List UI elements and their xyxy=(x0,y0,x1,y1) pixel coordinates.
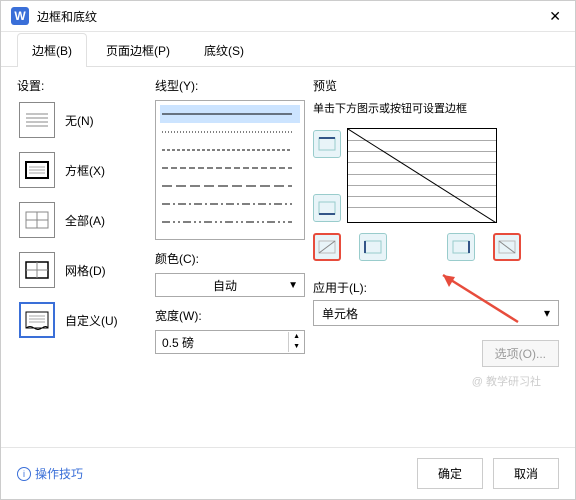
tips-label: 操作技巧 xyxy=(35,465,83,482)
tab-shading[interactable]: 底纹(S) xyxy=(189,33,259,67)
custom-icon xyxy=(19,302,55,338)
borders-shading-dialog: W 边框和底纹 ✕ 边框(B) 页面边框(P) 底纹(S) 设置: 无(N) 方… xyxy=(0,0,576,500)
width-spinner[interactable]: 0.5 磅 ▲ ▼ xyxy=(155,330,305,354)
setting-label: 网格(D) xyxy=(65,262,106,279)
none-icon xyxy=(19,102,55,138)
line-solid[interactable] xyxy=(160,105,300,123)
chevron-down-icon: ▾ xyxy=(544,306,550,320)
line-dashdotdot[interactable] xyxy=(160,213,300,231)
border-top-button[interactable] xyxy=(313,130,341,158)
diagonal-up-button[interactable] xyxy=(493,233,521,261)
line-dotted[interactable] xyxy=(160,123,300,141)
watermark: @ 教学研习社 xyxy=(472,373,541,389)
line-dash-l[interactable] xyxy=(160,177,300,195)
border-left-button[interactable] xyxy=(359,233,387,261)
setting-custom[interactable]: 自定义(U) xyxy=(17,300,147,340)
spinner-buttons: ▲ ▼ xyxy=(288,332,304,352)
line-style-list[interactable] xyxy=(155,100,305,240)
grid-icon xyxy=(19,252,55,288)
width-value: 0.5 磅 xyxy=(156,334,288,351)
style-column: 线型(Y): 颜色(C): 自动 ▼ 宽度(W): 0.5 磅 ▲ xyxy=(155,77,305,437)
line-dashdot[interactable] xyxy=(160,195,300,213)
preview-bottom-buttons xyxy=(313,233,559,261)
tab-page-borders[interactable]: 页面边框(P) xyxy=(91,33,185,67)
tips-link[interactable]: i 操作技巧 xyxy=(17,465,407,482)
color-dropdown[interactable]: 自动 ▼ xyxy=(155,273,305,297)
cancel-button[interactable]: 取消 xyxy=(493,458,559,489)
chevron-down-icon: ▼ xyxy=(288,280,298,291)
line-dash-s[interactable] xyxy=(160,141,300,159)
preview-hint: 单击下方图示或按钮可设置边框 xyxy=(313,100,559,116)
line-style-label: 线型(Y): xyxy=(155,77,305,94)
setting-label: 自定义(U) xyxy=(65,312,118,329)
setting-all[interactable]: 全部(A) xyxy=(17,200,147,240)
dialog-content: 设置: 无(N) 方框(X) 全部(A) xyxy=(1,67,575,447)
setting-label: 方框(X) xyxy=(65,162,105,179)
border-right-button[interactable] xyxy=(447,233,475,261)
border-bottom-button[interactable] xyxy=(313,194,341,222)
preview-area xyxy=(313,124,559,223)
preview-box[interactable] xyxy=(347,128,497,223)
ok-button[interactable]: 确定 xyxy=(417,458,483,489)
width-label: 宽度(W): xyxy=(155,307,305,324)
setting-label: 全部(A) xyxy=(65,212,105,229)
all-icon xyxy=(19,202,55,238)
preview-side-buttons xyxy=(313,124,341,223)
setting-none[interactable]: 无(N) xyxy=(17,100,147,140)
box-icon xyxy=(19,152,55,188)
apply-to-dropdown[interactable]: 单元格 ▾ xyxy=(313,300,559,326)
spin-up-icon[interactable]: ▲ xyxy=(289,332,304,342)
preview-column: 预览 单击下方图示或按钮可设置边框 xyxy=(313,77,559,437)
setting-label: 无(N) xyxy=(65,112,94,129)
setting-box[interactable]: 方框(X) xyxy=(17,150,147,190)
color-label: 颜色(C): xyxy=(155,250,305,267)
settings-label: 设置: xyxy=(17,77,147,94)
color-value: 自动 xyxy=(162,277,288,294)
help-icon: i xyxy=(17,467,31,481)
app-logo-icon: W xyxy=(11,7,29,25)
settings-column: 设置: 无(N) 方框(X) 全部(A) xyxy=(17,77,147,437)
dialog-footer: i 操作技巧 确定 取消 xyxy=(1,447,575,499)
spin-down-icon[interactable]: ▼ xyxy=(289,342,304,352)
options-button: 选项(O)... xyxy=(482,340,559,367)
apply-to-label: 应用于(L): xyxy=(313,279,559,296)
tab-bar: 边框(B) 页面边框(P) 底纹(S) xyxy=(1,32,575,67)
preview-label: 预览 xyxy=(313,77,559,94)
apply-to-row: 应用于(L): 单元格 ▾ 选项(O)... xyxy=(313,279,559,326)
apply-to-value: 单元格 xyxy=(322,305,544,322)
close-icon[interactable]: ✕ xyxy=(545,8,565,25)
setting-grid[interactable]: 网格(D) xyxy=(17,250,147,290)
window-title: 边框和底纹 xyxy=(37,8,545,25)
line-dash-m[interactable] xyxy=(160,159,300,177)
tab-borders[interactable]: 边框(B) xyxy=(17,33,87,67)
diagonal-down-button[interactable] xyxy=(313,233,341,261)
titlebar: W 边框和底纹 ✕ xyxy=(1,1,575,32)
